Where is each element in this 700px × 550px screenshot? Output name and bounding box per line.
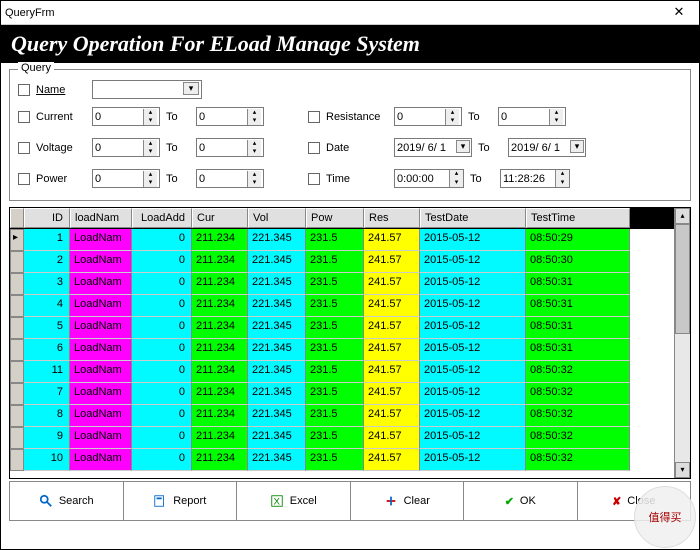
name-checkbox[interactable] [18,84,30,96]
date-checkbox[interactable] [308,142,320,154]
data-grid[interactable]: ID loadNam LoadAdd Cur Vol Pow Res TestD… [9,207,691,479]
current-checkbox[interactable] [18,111,30,123]
date-label: Date [326,142,388,154]
power-from-input[interactable]: 0▴▾ [92,169,160,188]
date-from-input[interactable]: 2019/ 6/ 1 [394,138,472,157]
resistance-checkbox[interactable] [308,111,320,123]
table-row[interactable]: 1LoadNam0211.234221.345231.5241.572015-0… [10,229,674,251]
voltage-from-input[interactable]: 0▴▾ [92,138,160,157]
vertical-scrollbar[interactable]: ▴ ▾ [674,208,690,478]
grid-header: ID loadNam LoadAdd Cur Vol Pow Res TestD… [10,208,674,229]
banner-title: Query Operation For ELoad Manage System [1,25,699,63]
clear-icon [384,494,398,508]
clear-button[interactable]: Clear [351,482,465,520]
date-to-input[interactable]: 2019/ 6/ 1 [508,138,586,157]
x-icon: ✘ [612,495,621,508]
table-row[interactable]: 4LoadNam0211.234221.345231.5241.572015-0… [10,295,674,317]
table-row[interactable]: 8LoadNam0211.234221.345231.5241.572015-0… [10,405,674,427]
voltage-to-input[interactable]: 0▴▾ [196,138,264,157]
ok-button[interactable]: ✔OK [464,482,578,520]
power-label: Power [36,173,86,185]
name-combo[interactable] [92,80,202,99]
power-to-input[interactable]: 0▴▾ [196,169,264,188]
close-icon[interactable]: ✕ [663,4,695,22]
current-to-input[interactable]: 0▴▾ [196,107,264,126]
time-label: Time [326,173,388,185]
table-row[interactable]: 5LoadNam0211.234221.345231.5241.572015-0… [10,317,674,339]
table-row[interactable]: 6LoadNam0211.234221.345231.5241.572015-0… [10,339,674,361]
current-from-input[interactable]: 0▴▾ [92,107,160,126]
current-label: Current [36,111,86,123]
search-icon [39,494,53,508]
search-button[interactable]: Search [10,482,124,520]
table-row[interactable]: 7LoadNam0211.234221.345231.5241.572015-0… [10,383,674,405]
report-icon [153,494,167,508]
resistance-from-input[interactable]: 0▴▾ [394,107,462,126]
table-row[interactable]: 2LoadNam0211.234221.345231.5241.572015-0… [10,251,674,273]
query-group: Query Name Current 0▴▾ To 0▴▾ Voltage 0▴… [9,69,691,201]
table-row[interactable]: 9LoadNam0211.234221.345231.5241.572015-0… [10,427,674,449]
scroll-thumb [675,224,690,334]
time-to-input[interactable]: 11:28:26▴▾ [500,169,570,188]
close-button[interactable]: ✘Close [578,482,691,520]
svg-text:X: X [273,497,280,508]
button-bar: Search Report XExcel Clear ✔OK ✘Close [9,481,691,521]
window-title: QueryFrm [5,7,663,19]
time-from-input[interactable]: 0:00:00▴▾ [394,169,464,188]
excel-icon: X [270,494,284,508]
table-row[interactable]: 3LoadNam0211.234221.345231.5241.572015-0… [10,273,674,295]
table-row[interactable]: 10LoadNam0211.234221.345231.5241.572015-… [10,449,674,471]
to-label: To [166,111,190,123]
scroll-up-icon: ▴ [675,208,690,224]
table-row[interactable]: 11LoadNam0211.234221.345231.5241.572015-… [10,361,674,383]
check-icon: ✔ [505,495,514,508]
voltage-label: Voltage [36,142,86,154]
name-label: Name [36,84,86,96]
report-button[interactable]: Report [124,482,238,520]
resistance-label: Resistance [326,111,388,123]
time-checkbox[interactable] [308,173,320,185]
titlebar: QueryFrm ✕ [1,1,699,25]
power-checkbox[interactable] [18,173,30,185]
scroll-down-icon: ▾ [675,462,690,478]
query-legend: Query [18,62,54,74]
excel-button[interactable]: XExcel [237,482,351,520]
voltage-checkbox[interactable] [18,142,30,154]
resistance-to-input[interactable]: 0▴▾ [498,107,566,126]
